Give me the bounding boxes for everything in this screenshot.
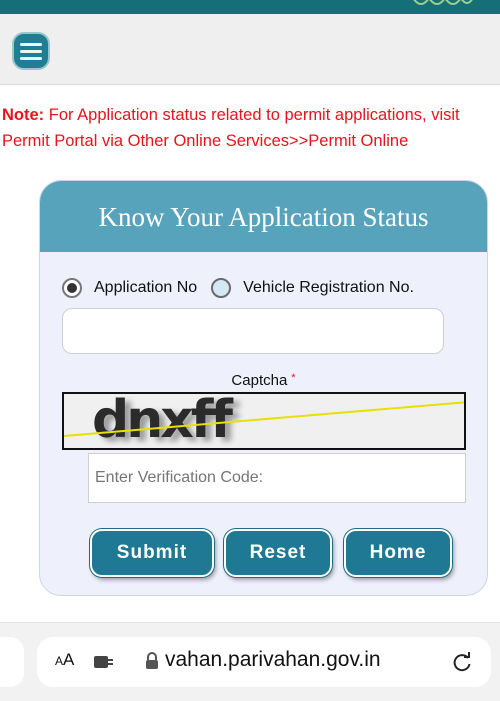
note-text: For Application status related to permit… (2, 106, 460, 150)
reload-icon[interactable] (451, 651, 473, 673)
captcha-noise-line (64, 401, 464, 437)
note-prefix: Note: (2, 106, 45, 124)
verification-code-input[interactable] (88, 453, 466, 503)
radio-application-no[interactable] (62, 278, 82, 298)
extension-icon[interactable] (93, 653, 115, 671)
url-text: vahan.parivahan.gov.in (165, 648, 381, 671)
captcha-label: Captcha * (231, 372, 296, 389)
radio-application-label: Application No (94, 279, 198, 296)
previous-tab-stub[interactable] (0, 637, 24, 687)
text-size-button[interactable]: AA (55, 650, 74, 670)
lock-icon (146, 652, 158, 669)
top-header-strip (0, 0, 500, 14)
logo-swirl-icon (413, 0, 473, 5)
menu-button[interactable] (12, 32, 50, 70)
search-type-options: Application No Vehicle Registration No. (62, 275, 414, 301)
application-number-input[interactable] (62, 308, 444, 354)
address-bar[interactable]: AA vahan.parivahan.gov.in (37, 637, 491, 687)
required-marker: * (291, 372, 296, 384)
application-status-card: Know Your Application Status Application… (39, 180, 488, 596)
radio-vehicle-registration[interactable] (211, 278, 232, 298)
permit-note: Note: For Application status related to … (2, 102, 498, 154)
reset-button[interactable]: Reset (224, 529, 332, 577)
home-button[interactable]: Home (344, 529, 452, 577)
browser-bottom-bar: AA vahan.parivahan.gov.in (0, 622, 500, 701)
card-title: Know Your Application Status (40, 181, 487, 252)
captcha-image: dnxff (62, 392, 466, 450)
hamburger-icon (20, 42, 42, 46)
radio-vehicle-label: Vehicle Registration No. (243, 279, 414, 296)
page-header (0, 14, 500, 85)
submit-button[interactable]: Submit (90, 529, 214, 577)
